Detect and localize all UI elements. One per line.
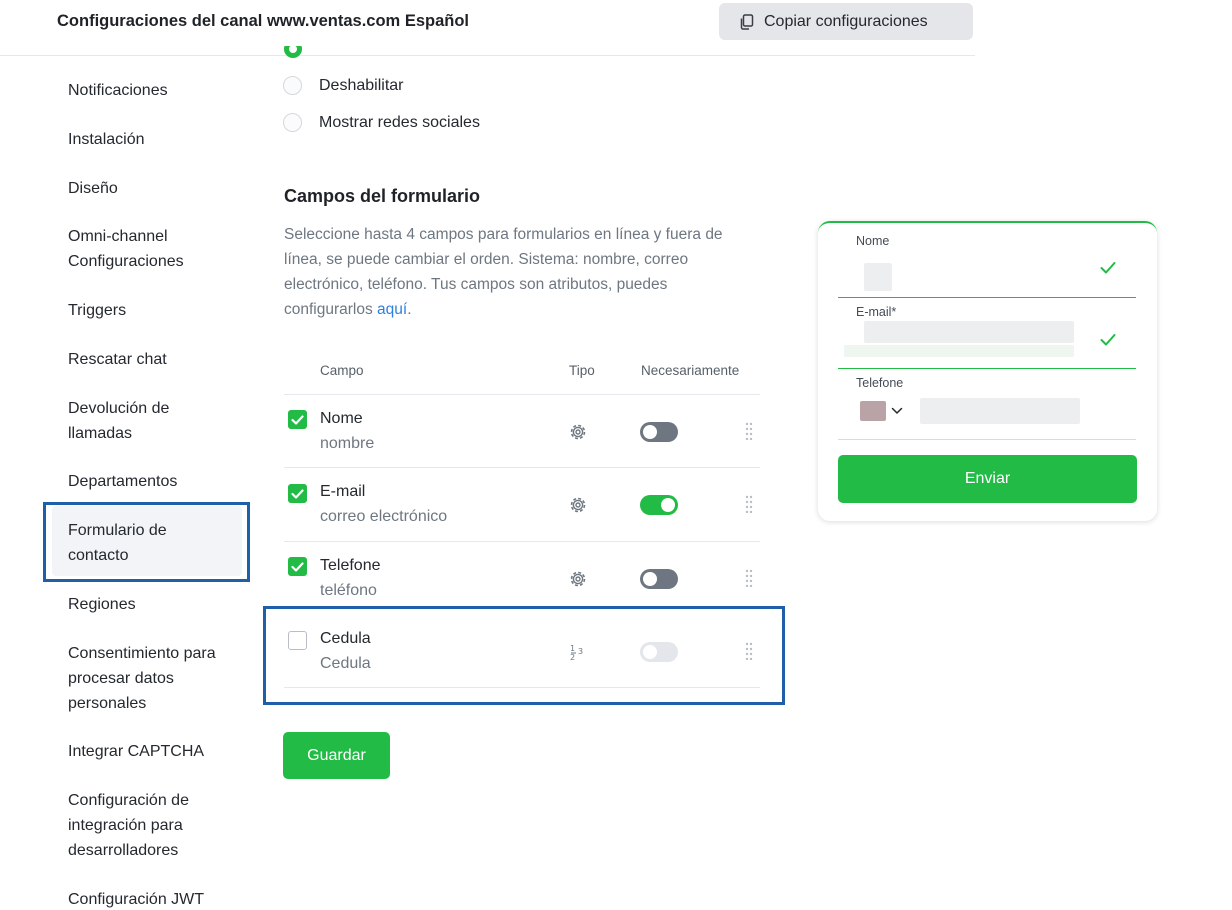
preview-field-underline [838, 297, 1136, 298]
radio-option-deshabilitar[interactable]: Deshabilitar [283, 76, 403, 95]
checkmark-icon [291, 561, 304, 572]
page-title: Configuraciones del canal www.ventas.com… [57, 12, 469, 30]
copy-icon [740, 13, 754, 30]
preview-field-underline [838, 368, 1136, 369]
description-end: . [407, 301, 412, 318]
checkmark-icon [291, 414, 304, 425]
send-button[interactable]: Enviar [838, 455, 1137, 503]
blurred-value [844, 345, 1074, 357]
check-icon [1100, 262, 1116, 274]
table-row-divider [284, 467, 760, 468]
radio-label: Deshabilitar [319, 76, 404, 94]
sidebar-item-jwt[interactable]: Configuración JWT [68, 887, 243, 910]
svg-text:2: 2 [570, 653, 575, 662]
sidebar-item-captcha[interactable]: Integrar CAPTCHA [68, 739, 243, 764]
sidebar-item-triggers[interactable]: Triggers [68, 298, 243, 323]
sidebar-item-instalacion[interactable]: Instalación [68, 127, 243, 152]
field-name: E-mail [320, 483, 366, 500]
field-system-name: nombre [320, 435, 375, 452]
form-fields-description: Seleccione hasta 4 campos para formulari… [284, 222, 744, 322]
field-system-name: teléfono [320, 582, 377, 599]
field-name: Telefone [320, 557, 381, 574]
sidebar-item-consentimiento[interactable]: Consentimiento para procesar datos perso… [68, 641, 233, 716]
description-text: Seleccione hasta 4 campos para formulari… [284, 226, 723, 318]
field-checkbox-email[interactable] [288, 484, 307, 503]
field-checkbox-cedula[interactable] [288, 631, 307, 650]
toggle-knob [643, 425, 657, 439]
sidebar-item-rescatar-chat[interactable]: Rescatar chat [68, 347, 243, 372]
radio-button[interactable] [283, 76, 302, 95]
field-system-name: Cedula [320, 655, 371, 672]
drag-handle-icon[interactable] [745, 495, 753, 513]
blurred-value [920, 398, 1080, 424]
blurred-value [864, 263, 892, 291]
sidebar-item-diseno[interactable]: Diseño [68, 176, 243, 201]
sidebar-item-integracion-desarrolladores[interactable]: Configuración de integración para desarr… [68, 788, 208, 863]
copy-settings-label: Copiar configuraciones [764, 12, 928, 30]
toggle-knob [661, 498, 675, 512]
preview-field-label: Telefone [856, 376, 904, 390]
table-row-divider [284, 541, 760, 542]
preview-field-label: E-mail* [856, 305, 897, 319]
gear-icon[interactable] [568, 422, 588, 442]
table-row-divider [284, 687, 760, 688]
toggle-knob [643, 572, 657, 586]
preview-field-label: Nome [856, 234, 890, 248]
sidebar-item-formulario-contacto[interactable]: Formulario de contacto [68, 518, 198, 568]
country-flag[interactable] [860, 401, 886, 421]
field-system-name: correo electrónico [320, 508, 448, 525]
drag-handle-icon[interactable] [745, 642, 753, 660]
radio-option-redes-sociales[interactable]: Mostrar redes sociales [283, 113, 480, 132]
drag-handle-icon[interactable] [745, 422, 753, 440]
form-preview: Nome E-mail* Telefone Enviar [818, 221, 1157, 521]
svg-text:1: 1 [570, 644, 575, 653]
radio-selected-partial[interactable] [284, 46, 302, 58]
settings-header: Configuraciones del canal www.ventas.com… [0, 0, 975, 56]
sidebar-item-notificaciones[interactable]: Notificaciones [68, 78, 243, 103]
field-checkbox-telefone[interactable] [288, 557, 307, 576]
table-header-divider [284, 394, 760, 395]
form-fields-title: Campos del formulario [284, 186, 481, 206]
column-header-field: Campo [320, 363, 364, 378]
field-name: Nome [320, 410, 363, 427]
sidebar-item-departamentos[interactable]: Departamentos [68, 469, 243, 494]
field-checkbox-nome[interactable] [288, 410, 307, 429]
number-type-icon: 132 [568, 642, 588, 662]
drag-handle-icon[interactable] [745, 569, 753, 587]
sidebar-item-omnichannel[interactable]: Omni-channel Configuraciones [68, 224, 243, 274]
chevron-down-icon[interactable] [891, 407, 903, 415]
configure-attributes-link[interactable]: aquí [377, 301, 407, 318]
radio-button[interactable] [283, 113, 302, 132]
radio-label: Mostrar redes sociales [319, 113, 480, 131]
checkmark-icon [291, 488, 304, 499]
check-icon [1100, 334, 1116, 346]
gear-icon[interactable] [568, 569, 588, 589]
required-toggle-nome[interactable] [640, 422, 678, 442]
column-header-type: Tipo [569, 363, 595, 378]
sidebar-item-regiones[interactable]: Regiones [68, 592, 243, 617]
required-toggle-telefone[interactable] [640, 569, 678, 589]
required-toggle-cedula [640, 642, 678, 662]
blurred-value [864, 321, 1074, 343]
toggle-knob [643, 645, 657, 659]
svg-text:3: 3 [578, 647, 583, 656]
field-name: Cedula [320, 630, 371, 647]
gear-icon[interactable] [568, 495, 588, 515]
required-toggle-email[interactable] [640, 495, 678, 515]
sidebar-item-devolucion-llamadas[interactable]: Devolución de llamadas [68, 396, 198, 446]
preview-field-underline [838, 439, 1136, 440]
column-header-required: Necesariamente [641, 363, 740, 378]
save-button[interactable]: Guardar [283, 732, 390, 779]
copy-settings-button[interactable]: Copiar configuraciones [719, 3, 973, 40]
